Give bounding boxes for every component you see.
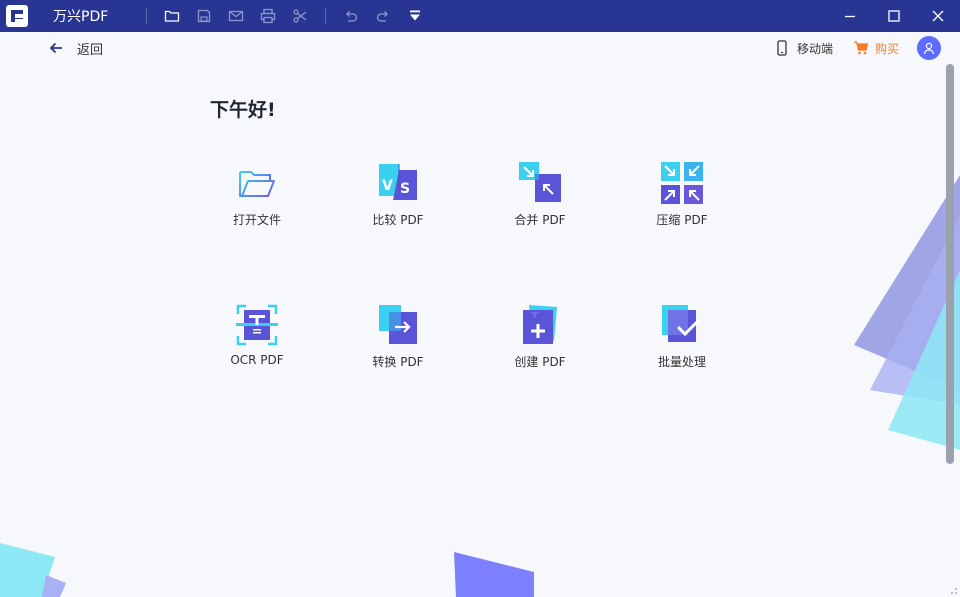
tool-compress-pdf[interactable]: 压缩 PDF: [627, 160, 737, 240]
tool-open-file[interactable]: 打开文件: [202, 160, 312, 240]
svg-text:V: V: [382, 178, 393, 194]
mobile-label: 移动端: [797, 41, 834, 56]
decorative-shapes-left: [0, 543, 66, 597]
tool-label: 创建 PDF: [514, 355, 566, 369]
toolbar-separator: [146, 8, 148, 24]
convert-pdf-icon: [379, 305, 417, 344]
close-icon[interactable]: [916, 0, 960, 32]
tool-batch-process[interactable]: 批量处理: [627, 302, 737, 382]
tool-label: 合并 PDF: [514, 213, 566, 227]
compress-pdf-icon: [661, 162, 703, 204]
compare-pdf-icon: V S: [379, 164, 417, 200]
buy-link[interactable]: 购买: [853, 38, 899, 58]
undo-icon[interactable]: [335, 0, 367, 32]
mail-icon[interactable]: [220, 0, 252, 32]
decorative-shape-bottom: [454, 552, 534, 597]
maximize-icon[interactable]: [872, 0, 916, 32]
phone-icon: [777, 40, 787, 56]
save-icon[interactable]: [188, 0, 220, 32]
tool-merge-pdf[interactable]: 合并 PDF: [485, 160, 595, 240]
buy-label: 购买: [875, 41, 900, 56]
toolbar-separator: [325, 8, 327, 24]
ocr-pdf-icon: [236, 304, 278, 346]
app-logo-icon: [6, 5, 28, 27]
tool-compare-pdf[interactable]: V S 比较 PDF: [343, 160, 453, 240]
resize-grip-icon[interactable]: [948, 585, 958, 595]
mobile-link[interactable]: 移动端: [775, 38, 833, 58]
tool-label: 批量处理: [657, 355, 706, 369]
user-icon: [923, 42, 935, 55]
svg-text:S: S: [400, 181, 410, 197]
tool-create-pdf[interactable]: 创建 PDF: [485, 302, 595, 382]
avatar[interactable]: [917, 36, 941, 60]
tool-label: 打开文件: [232, 213, 281, 227]
vertical-scrollbar[interactable]: [946, 64, 954, 464]
scissors-icon[interactable]: [284, 0, 316, 32]
create-pdf-icon: [523, 305, 557, 344]
open-file-icon: [239, 171, 275, 197]
cart-icon: [854, 41, 869, 55]
minimize-icon[interactable]: [828, 0, 872, 32]
tool-convert-pdf[interactable]: 转换 PDF: [343, 302, 453, 382]
greeting: 下午好!: [210, 99, 276, 121]
back-label: 返回: [77, 42, 104, 58]
merge-pdf-icon: [519, 162, 561, 202]
tool-label: 比较 PDF: [372, 213, 424, 227]
tool-ocr-pdf[interactable]: OCR PDF: [202, 302, 312, 382]
folder-icon[interactable]: [156, 0, 188, 32]
tool-label: OCR PDF: [230, 353, 284, 367]
back-button[interactable]: 返回: [48, 38, 103, 58]
tool-label: 转换 PDF: [372, 355, 424, 369]
batch-process-icon: [662, 305, 700, 342]
window-controls: [828, 0, 960, 32]
app-title: 万兴PDF: [53, 9, 109, 25]
decorative-shapes-right: [854, 175, 960, 450]
tool-label: 压缩 PDF: [656, 213, 708, 227]
arrow-left-icon: [49, 42, 62, 54]
dropdown-icon[interactable]: [399, 0, 431, 32]
title-bar: 万兴PDF: [0, 0, 960, 32]
print-icon[interactable]: [252, 0, 284, 32]
redo-icon[interactable]: [367, 0, 399, 32]
